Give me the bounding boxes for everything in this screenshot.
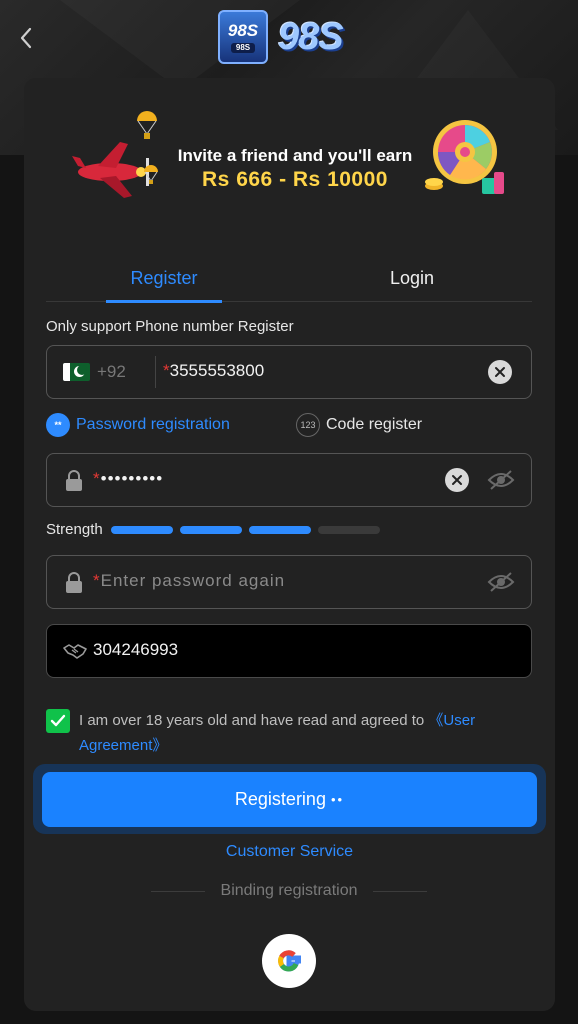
customer-service-link[interactable]: Customer Service	[24, 843, 555, 861]
user-agreement: I am over 18 years old and have read and…	[46, 708, 532, 758]
logo-badge: 98S 98S	[218, 10, 268, 64]
field-divider	[155, 356, 156, 388]
binding-registration-label: Binding registration	[220, 882, 358, 899]
password-input[interactable]: *•••••••••	[93, 469, 433, 489]
invite-code-input[interactable]: 304246993	[93, 640, 473, 660]
tab-register[interactable]: Register	[106, 254, 222, 303]
required-mark: *	[93, 469, 101, 488]
parachute-icon	[144, 165, 158, 184]
chevron-left-icon	[20, 27, 32, 49]
auth-tabs: Register Login	[46, 254, 532, 303]
binding-registration-divider: Binding registration	[146, 882, 432, 900]
eye-off-icon[interactable]	[487, 571, 515, 593]
logo-wordmark: 98S	[278, 15, 344, 58]
phone-input[interactable]: *3555553800	[163, 361, 463, 381]
strength-bar	[317, 525, 380, 534]
country-code[interactable]: +92	[97, 362, 126, 382]
invite-banner[interactable]: Invite a friend and you'll earn Rs 666 -…	[68, 106, 518, 206]
spin-wheel-icon	[425, 120, 504, 194]
google-icon	[278, 950, 301, 972]
confirm-password-field[interactable]: *Enter password again	[46, 555, 532, 609]
strength-bar	[110, 525, 173, 534]
divider-line	[373, 890, 428, 892]
clear-password-button[interactable]	[445, 468, 469, 492]
agreement-statement: I am over 18 years old and have read and…	[79, 712, 429, 729]
loading-dots: ••	[330, 792, 345, 807]
checkmark-icon	[50, 714, 66, 727]
code-mode-icon: 123	[296, 413, 320, 437]
lock-icon	[66, 572, 82, 593]
divider-line	[150, 890, 205, 892]
password-registration-option[interactable]: ** Password registration	[46, 413, 230, 437]
phone-value: 3555553800	[169, 361, 265, 380]
password-strength: Strength	[46, 521, 387, 538]
register-button-label: Registering	[234, 789, 326, 809]
back-button[interactable]	[14, 26, 38, 50]
pakistan-flag-icon	[63, 363, 90, 381]
banner-text: Invite a friend and you'll earn Rs 666 -…	[160, 146, 430, 192]
code-register-label: Code register	[326, 416, 423, 433]
parachute-icon	[137, 111, 157, 139]
agreement-checkbox[interactable]	[46, 709, 70, 733]
banner-headline: Invite a friend and you'll earn	[177, 146, 413, 165]
password-registration-label: Password registration	[76, 416, 230, 433]
strength-bar	[179, 525, 242, 534]
tab-login[interactable]: Login	[354, 254, 470, 302]
password-mode-icon: **	[46, 413, 70, 437]
confirm-password-placeholder: Enter password again	[100, 571, 286, 590]
logo-badge-subtext: 98S	[230, 42, 256, 53]
confirm-password-input[interactable]: *Enter password again	[93, 571, 433, 591]
agreement-text: I am over 18 years old and have read and…	[46, 708, 532, 758]
register-mode-selector: ** Password registration 123 Code regist…	[46, 413, 532, 439]
logo-badge-text: 98S	[227, 20, 259, 40]
required-mark: *	[163, 361, 170, 380]
invite-code-field[interactable]: 304246993	[46, 624, 532, 678]
lock-icon	[66, 470, 82, 491]
required-mark: *	[93, 571, 101, 590]
handshake-icon	[63, 644, 87, 659]
eye-off-icon[interactable]	[487, 469, 515, 491]
register-button[interactable]: Registering ••	[42, 772, 537, 827]
strength-label: Strength	[46, 521, 103, 538]
phone-field[interactable]: +92 *3555553800	[46, 345, 532, 399]
app-logo: 98S 98S 98S	[218, 10, 344, 64]
password-value: •••••••••	[100, 469, 164, 488]
password-field[interactable]: *•••••••••	[46, 453, 532, 507]
google-login-button[interactable]	[262, 934, 316, 988]
support-label: Only support Phone number Register	[46, 318, 294, 335]
register-card: Invite a friend and you'll earn Rs 666 -…	[24, 78, 555, 1011]
close-icon	[452, 475, 462, 485]
close-icon	[495, 367, 505, 377]
code-register-option[interactable]: 123 Code register	[296, 413, 422, 437]
register-button-container: Registering ••	[33, 764, 546, 834]
strength-bar	[248, 525, 311, 534]
clear-phone-button[interactable]	[488, 360, 512, 384]
banner-amount: Rs 666 - Rs 10000	[202, 168, 388, 191]
